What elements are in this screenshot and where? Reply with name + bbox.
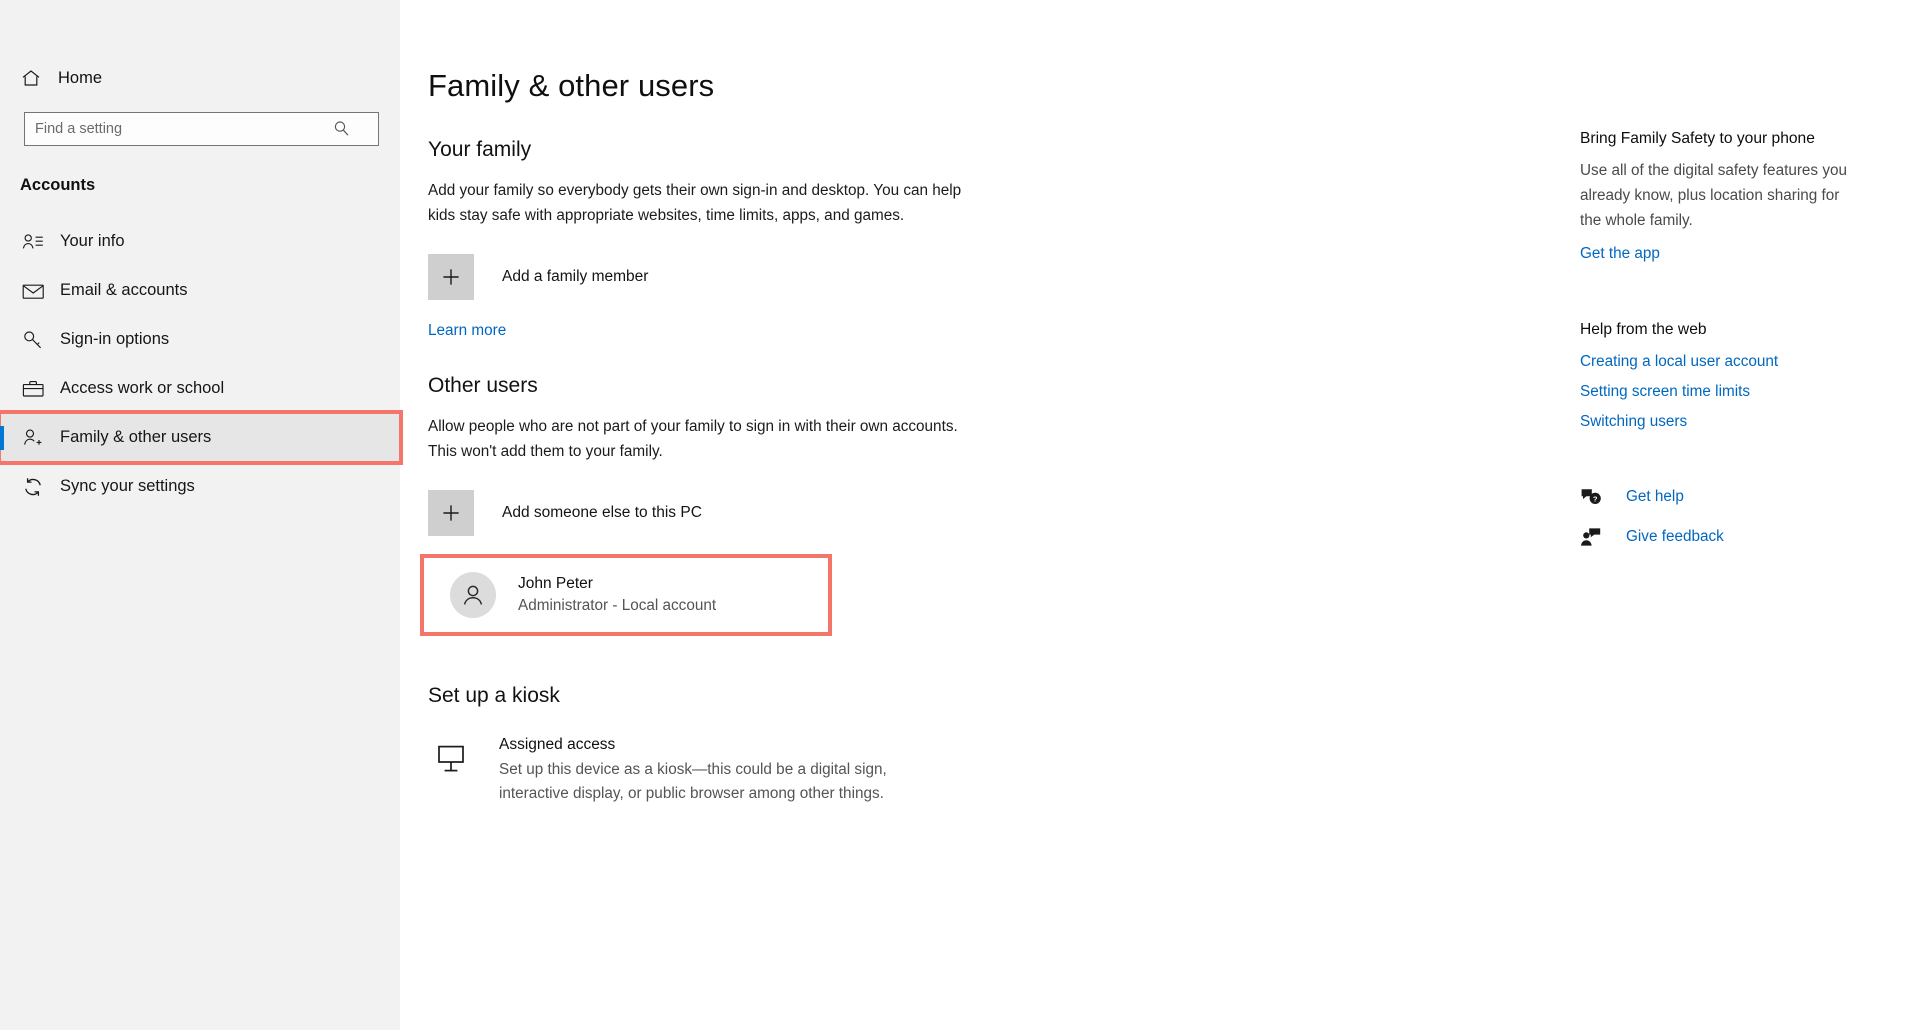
add-someone-else-button[interactable]: Add someone else to this PC xyxy=(428,490,1580,536)
key-icon xyxy=(22,329,56,351)
svg-text:?: ? xyxy=(1593,495,1598,504)
sync-icon xyxy=(22,476,56,498)
other-users-description: Allow people who are not part of your fa… xyxy=(428,414,980,464)
assigned-access-row[interactable]: Assigned access Set up this device as a … xyxy=(428,736,1580,806)
assigned-access-description: Set up this device as a kiosk—this could… xyxy=(499,758,951,806)
main-content: Family & other users Your family Add you… xyxy=(400,0,1580,1030)
account-detail: Administrator - Local account xyxy=(518,597,716,614)
assigned-access-text: Assigned access Set up this device as a … xyxy=(499,736,951,806)
related-settings-panel: Bring Family Safety to your phone Use al… xyxy=(1580,0,1911,1030)
monitor-kiosk-icon xyxy=(428,736,474,776)
settings-sidebar: Home Accounts You xyxy=(0,0,400,1030)
question-chat-icon: ? xyxy=(1580,487,1612,507)
section-heading-kiosk: Set up a kiosk xyxy=(428,684,1580,708)
person-list-icon xyxy=(22,232,56,252)
section-heading-your-family: Your family xyxy=(428,138,1580,162)
help-link-switching-users[interactable]: Switching users xyxy=(1580,413,1911,431)
help-link-creating-local-user-account[interactable]: Creating a local user account xyxy=(1580,353,1911,371)
avatar xyxy=(450,572,496,618)
sidebar-nav-list: Your info Email & accounts xyxy=(0,217,400,511)
person-add-icon xyxy=(22,427,56,449)
add-someone-else-label: Add someone else to this PC xyxy=(502,504,702,522)
sidebar-item-your-info[interactable]: Your info xyxy=(0,217,400,266)
briefcase-icon xyxy=(22,379,56,399)
help-link-setting-screen-time-limits[interactable]: Setting screen time limits xyxy=(1580,383,1911,401)
home-icon xyxy=(20,67,52,89)
selection-indicator xyxy=(0,426,4,450)
help-links-list: Creating a local user account Setting sc… xyxy=(1580,353,1911,431)
section-heading-other-users: Other users xyxy=(428,374,1580,398)
sidebar-item-label: Access work or school xyxy=(60,379,224,398)
account-text: John Peter Administrator - Local account xyxy=(518,573,716,617)
add-family-member-button[interactable]: Add a family member xyxy=(428,254,1580,300)
promo-heading: Bring Family Safety to your phone xyxy=(1580,128,1911,150)
sidebar-item-home[interactable]: Home xyxy=(0,58,400,98)
sidebar-home-label: Home xyxy=(58,69,102,88)
sidebar-item-access-work-school[interactable]: Access work or school xyxy=(0,364,400,413)
help-from-web-group: Help from the web Creating a local user … xyxy=(1580,319,1911,431)
feedback-person-icon xyxy=(1580,527,1612,547)
promo-body: Use all of the digital safety features y… xyxy=(1580,158,1864,233)
sidebar-item-label: Email & accounts xyxy=(60,281,187,300)
sidebar-item-family-other-users[interactable]: Family & other users xyxy=(0,413,400,462)
user-account-row[interactable]: John Peter Administrator - Local account xyxy=(424,558,828,632)
sidebar-item-label: Sign-in options xyxy=(60,330,169,349)
sidebar-item-signin-options[interactable]: Sign-in options xyxy=(0,315,400,364)
get-help-link[interactable]: ? Get help xyxy=(1580,487,1911,507)
sidebar-item-sync-your-settings[interactable]: Sync your settings xyxy=(0,462,400,511)
get-help-label: Get help xyxy=(1626,488,1684,506)
sidebar-item-email-accounts[interactable]: Email & accounts xyxy=(0,266,400,315)
sidebar-item-label: Your info xyxy=(60,232,125,251)
learn-more-link[interactable]: Learn more xyxy=(428,322,506,340)
search-container xyxy=(24,112,380,146)
give-feedback-label: Give feedback xyxy=(1626,528,1724,546)
sidebar-category-title: Accounts xyxy=(20,176,400,195)
get-the-app-link[interactable]: Get the app xyxy=(1580,245,1911,263)
add-family-member-label: Add a family member xyxy=(502,268,648,286)
sidebar-item-label: Family & other users xyxy=(60,428,211,447)
your-family-description: Add your family so everybody gets their … xyxy=(428,178,980,228)
sidebar-item-label: Sync your settings xyxy=(60,477,195,496)
support-actions-group: ? Get help Give feedback xyxy=(1580,487,1911,547)
account-name: John Peter xyxy=(518,575,593,592)
give-feedback-link[interactable]: Give feedback xyxy=(1580,527,1911,547)
envelope-icon xyxy=(22,282,56,300)
help-from-web-heading: Help from the web xyxy=(1580,319,1911,341)
plus-icon xyxy=(428,254,474,300)
plus-icon xyxy=(428,490,474,536)
assigned-access-title: Assigned access xyxy=(499,736,615,753)
search-input[interactable] xyxy=(24,112,379,146)
page-title: Family & other users xyxy=(428,68,1580,104)
